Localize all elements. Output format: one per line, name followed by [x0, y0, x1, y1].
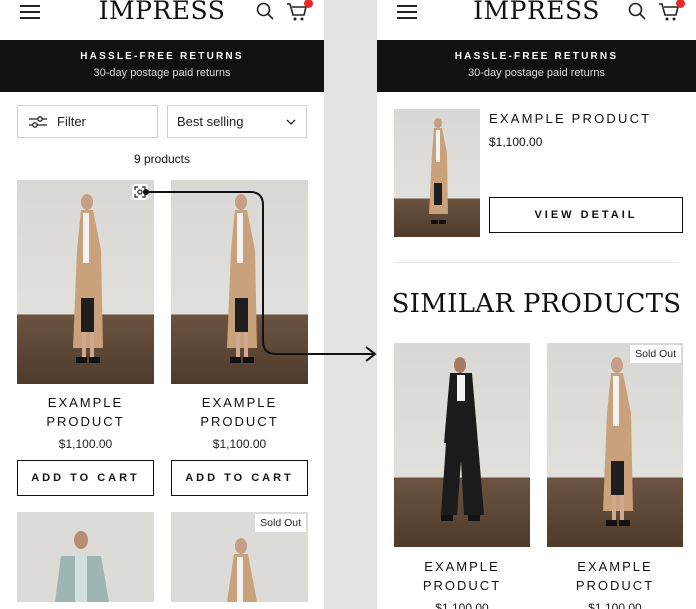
- filter-button[interactable]: Filter: [17, 105, 158, 138]
- view-detail-button[interactable]: VIEW DETAIL: [489, 197, 683, 233]
- cart-button[interactable]: [658, 0, 685, 22]
- product-card: [17, 512, 154, 602]
- product-image[interactable]: Sold Out: [547, 343, 683, 547]
- product-title[interactable]: EXAMPLE PRODUCT: [17, 393, 154, 431]
- product-title[interactable]: EXAMPLE PRODUCT: [394, 557, 530, 595]
- product-image[interactable]: [17, 512, 154, 602]
- add-to-cart-button[interactable]: ADD TO CART: [171, 460, 308, 496]
- similar-products-heading: SIMILAR PRODUCTS: [391, 289, 682, 319]
- model-in-trench-coat-photo: [73, 194, 103, 363]
- selected-product: EXAMPLE PRODUCT $1,100.00 VIEW DETAIL: [394, 109, 684, 237]
- product-price: $1,100.00: [58, 437, 113, 451]
- promo-banner: HASSLE-FREE RETURNS 30-day postage paid …: [0, 40, 324, 92]
- chevron-down-icon: [286, 119, 296, 125]
- product-price: $1,100.00: [588, 601, 642, 609]
- product-price: $1,100.00: [212, 437, 267, 451]
- model-in-trench-coat-photo: [603, 357, 633, 526]
- selected-product-title: EXAMPLE PRODUCT: [489, 111, 652, 126]
- model-in-trench-coat-photo: [227, 194, 257, 363]
- cart-button[interactable]: [286, 0, 313, 22]
- product-card: Sold Out: [171, 512, 308, 602]
- product-count: 9 products: [133, 152, 191, 166]
- selected-product-price: $1,100.00: [489, 135, 543, 149]
- sold-out-badge: Sold Out: [630, 345, 681, 363]
- model-in-sage-jacket-photo: [55, 531, 109, 602]
- filter-label: Filter: [57, 114, 86, 129]
- sort-label: Best selling: [177, 114, 244, 129]
- model-in-trench-coat-photo: [429, 118, 448, 224]
- product-card: EXAMPLE PRODUCT $1,100.00 ADD TO CART: [17, 180, 154, 496]
- product-card: EXAMPLE PRODUCT $1,100.00 ADD TO CART: [171, 180, 308, 496]
- product-card: EXAMPLE PRODUCT $1,100.00: [394, 343, 530, 609]
- product-image[interactable]: [394, 343, 530, 547]
- similar-products-grid: EXAMPLE PRODUCT $1,100.00 Sold Out EXAMP…: [394, 343, 696, 609]
- sliders-icon: [29, 115, 47, 128]
- promo-title: HASSLE-FREE RETURNS: [454, 51, 619, 62]
- product-card: Sold Out EXAMPLE PRODUCT $1,100.00: [547, 343, 683, 609]
- product-image[interactable]: [171, 180, 308, 384]
- model-in-black-suit-photo: [441, 357, 484, 521]
- sold-out-badge: Sold Out: [255, 514, 306, 532]
- product-title[interactable]: EXAMPLE PRODUCT: [171, 393, 308, 431]
- search-icon[interactable]: [628, 2, 646, 20]
- search-icon[interactable]: [256, 2, 274, 20]
- product-grid: EXAMPLE PRODUCT $1,100.00 ADD TO CART EX…: [17, 180, 324, 602]
- divider: [394, 262, 679, 263]
- promo-subtitle: 30-day postage paid returns: [93, 67, 231, 79]
- promo-subtitle: 30-day postage paid returns: [468, 67, 605, 79]
- product-detail-screen: IMPRESS HASSLE-FREE RETURNS 30-day posta…: [377, 0, 696, 609]
- product-image[interactable]: [17, 180, 154, 384]
- lens-icon[interactable]: [132, 184, 148, 200]
- product-image[interactable]: Sold Out: [171, 512, 308, 602]
- selected-product-image[interactable]: [394, 109, 480, 237]
- add-to-cart-button[interactable]: ADD TO CART: [17, 460, 154, 496]
- promo-title: HASSLE-FREE RETURNS: [80, 51, 244, 62]
- product-title[interactable]: EXAMPLE PRODUCT: [547, 557, 683, 595]
- site-header: IMPRESS: [0, 0, 324, 40]
- site-header: IMPRESS: [377, 0, 696, 40]
- promo-banner: HASSLE-FREE RETURNS 30-day postage paid …: [377, 40, 696, 92]
- sort-select[interactable]: Best selling: [167, 105, 307, 138]
- product-price: $1,100.00: [435, 601, 489, 609]
- collection-screen: IMPRESS HASSLE-FREE RETURNS 30-day posta…: [0, 0, 324, 609]
